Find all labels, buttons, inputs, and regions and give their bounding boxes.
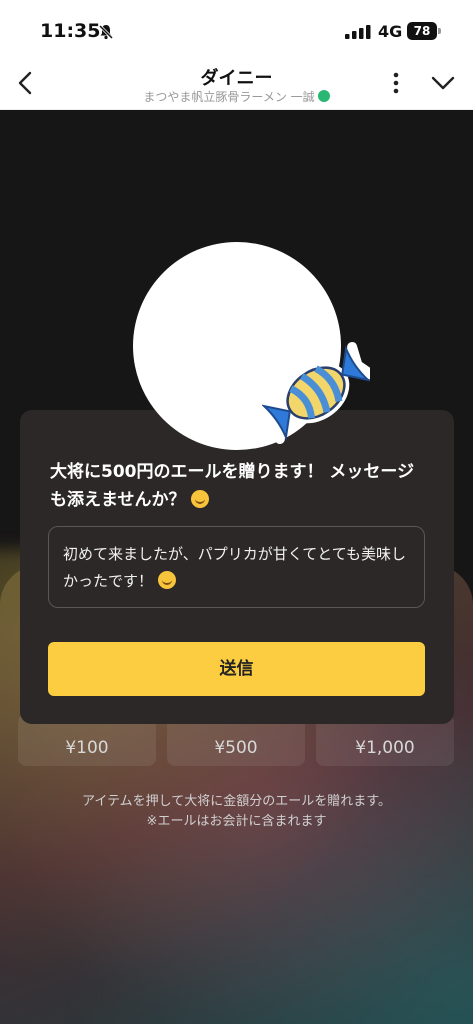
- status-time: 11:35: [40, 20, 101, 42]
- signal-icon: [345, 25, 371, 39]
- info-note: ※エールはお会計に含まれます: [146, 814, 327, 829]
- item-price: ¥100: [65, 738, 109, 758]
- item-price: ¥500: [214, 738, 258, 758]
- store-name: まつやま帆立豚骨ラーメン 一誠: [143, 90, 315, 104]
- network-label: 4G: [378, 22, 403, 41]
- dialog-title-text: 大将に500円のエールを贈ります！ メッセージも添えませんか？: [50, 462, 415, 510]
- send-button[interactable]: 送信: [48, 642, 425, 696]
- nav-bar: ダイニー まつやま帆立豚骨ラーメン 一誠: [0, 60, 473, 110]
- dialog-title: 大将に500円のエールを贈ります！ メッセージも添えませんか？: [50, 458, 430, 514]
- item-price: ¥1,000: [355, 738, 415, 758]
- message-text: 初めて来ましたが、パプリカが甘くてとても美味しかったです！: [63, 541, 413, 595]
- chevron-down-icon[interactable]: [430, 72, 456, 94]
- more-vertical-icon[interactable]: [388, 70, 404, 96]
- battery-tip: [438, 28, 441, 34]
- message-input[interactable]: 初めて来ましたが、パプリカが甘くてとても美味しかったです！: [48, 526, 425, 608]
- smile-emoji-icon: [191, 490, 210, 508]
- candy-icon: [262, 341, 370, 445]
- status-bar: 11:35 4G 78: [0, 0, 473, 60]
- message-dialog: 大将に500円のエールを贈ります！ メッセージも添えませんか？ 初めて来ましたが…: [20, 410, 454, 724]
- info-text: アイテムを押して大将に金額分のエールを贈れます。: [81, 794, 391, 809]
- message-value: 初めて来ましたが、パプリカが甘くてとても美味しかったです！: [63, 545, 407, 590]
- battery-icon: 78: [407, 22, 437, 40]
- smile-emoji-icon: [157, 571, 176, 589]
- main-content: ¥100 ¥500 ¥1,000 アイテムを押して大将に金額分のエールを贈れます…: [0, 110, 473, 1024]
- verified-icon: [317, 90, 330, 102]
- bell-slash-icon: [98, 24, 114, 40]
